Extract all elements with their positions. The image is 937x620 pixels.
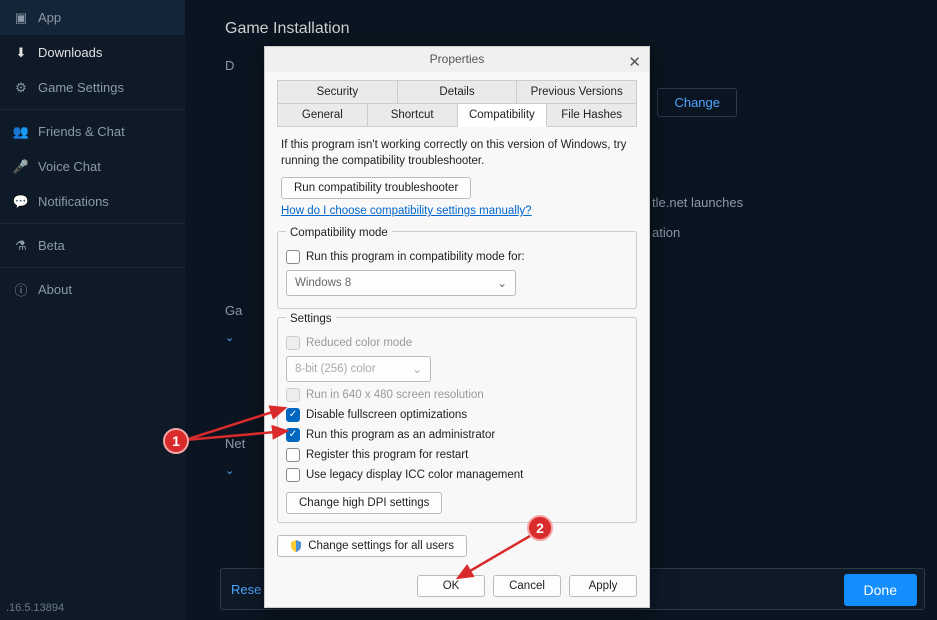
beta-icon: ⚗: [14, 239, 28, 253]
checkbox-label: Disable fullscreen optimizations: [306, 409, 467, 421]
cancel-button[interactable]: Cancel: [493, 575, 561, 597]
compat-mode-select[interactable]: Windows 8 ⌄: [286, 270, 516, 296]
sidebar-item-app[interactable]: ▣ App: [0, 0, 185, 35]
fragment-text: tle.net launches: [652, 195, 743, 210]
change-button[interactable]: Change: [657, 88, 737, 117]
disable-fullscreen-checkbox-row[interactable]: ✓ Disable fullscreen optimizations: [286, 408, 628, 422]
version-text: .16.5.13894: [6, 602, 64, 614]
checkbox-label: Use legacy display ICC color management: [306, 469, 523, 481]
sidebar: ▣ App ⬇ Downloads ⚙ Game Settings 👥 Frie…: [0, 0, 185, 620]
dialog-titlebar: Properties ✕: [265, 47, 649, 72]
run-640-checkbox-row[interactable]: Run in 640 x 480 screen resolution: [286, 388, 628, 402]
sidebar-item-label: Notifications: [38, 194, 109, 209]
shield-icon: [290, 540, 302, 552]
dpi-settings-button[interactable]: Change high DPI settings: [286, 492, 442, 514]
sidebar-item-label: Friends & Chat: [38, 124, 125, 139]
sidebar-item-voice[interactable]: 🎤 Voice Chat: [0, 149, 185, 184]
checkbox-label: Run this program as an administrator: [306, 429, 495, 441]
fieldset-legend: Settings: [286, 313, 336, 325]
checkbox-icon: [286, 388, 300, 402]
select-value: Windows 8: [295, 277, 351, 289]
tab-previous-versions[interactable]: Previous Versions: [517, 80, 637, 103]
register-restart-checkbox-row[interactable]: Register this program for restart: [286, 448, 628, 462]
checkbox-label: Run this program in compatibility mode f…: [306, 251, 525, 263]
tab-details[interactable]: Details: [398, 80, 518, 103]
settings-icon: ⚙: [14, 81, 28, 95]
sidebar-item-label: Voice Chat: [38, 159, 101, 174]
chevron-down-icon: ⌄: [412, 362, 422, 376]
download-icon: ⬇: [14, 46, 28, 60]
tab-compatibility[interactable]: Compatibility: [458, 103, 548, 127]
sidebar-item-friends[interactable]: 👥 Friends & Chat: [0, 114, 185, 149]
compat-mode-checkbox-row[interactable]: Run this program in compatibility mode f…: [286, 250, 628, 264]
select-value: 8-bit (256) color: [295, 363, 376, 375]
help-link[interactable]: How do I choose compatibility settings m…: [281, 205, 532, 217]
app-icon: ▣: [14, 11, 28, 25]
change-all-users-button[interactable]: Change settings for all users: [277, 535, 467, 557]
ok-button[interactable]: OK: [417, 575, 485, 597]
mic-icon: 🎤: [14, 160, 28, 174]
info-text: If this program isn't working correctly …: [281, 137, 633, 169]
chevron-down-icon: ⌄: [497, 276, 507, 290]
properties-dialog: Properties ✕ Security Details Previous V…: [264, 46, 650, 608]
info-icon: ⓘ: [14, 283, 28, 297]
friends-icon: 👥: [14, 125, 28, 139]
section-title: Game Installation: [225, 20, 897, 38]
tab-file-hashes[interactable]: File Hashes: [547, 103, 637, 127]
reduced-color-checkbox-row[interactable]: Reduced color mode: [286, 336, 628, 350]
fragment-text: ation: [652, 225, 680, 240]
callout-badge-1: 1: [163, 428, 189, 454]
tab-security[interactable]: Security: [277, 80, 398, 103]
run-troubleshooter-button[interactable]: Run compatibility troubleshooter: [281, 177, 471, 199]
sidebar-item-label: App: [38, 10, 61, 25]
checkbox-icon: [286, 250, 300, 264]
sidebar-item-label: Game Settings: [38, 80, 124, 95]
chevron-down-icon: ⌄: [225, 332, 234, 344]
sidebar-item-notifications[interactable]: 💬 Notifications: [0, 184, 185, 219]
close-button[interactable]: ✕: [628, 53, 641, 71]
checkbox-icon: ✓: [286, 408, 300, 422]
tab-general[interactable]: General: [277, 103, 368, 127]
dialog-button-row: OK Cancel Apply: [265, 565, 649, 607]
dialog-title: Properties: [430, 52, 485, 66]
sidebar-divider: [0, 267, 185, 268]
checkbox-icon: [286, 336, 300, 350]
sidebar-item-about[interactable]: ⓘ About: [0, 272, 185, 307]
checkbox-label: Register this program for restart: [306, 449, 468, 461]
sidebar-divider: [0, 223, 185, 224]
sidebar-item-downloads[interactable]: ⬇ Downloads: [0, 35, 185, 70]
bell-icon: 💬: [14, 195, 28, 209]
reset-button[interactable]: Rese: [231, 582, 261, 597]
sidebar-divider: [0, 109, 185, 110]
done-button[interactable]: Done: [844, 574, 917, 606]
compat-mode-fieldset: Compatibility mode Run this program in c…: [277, 231, 637, 309]
color-select[interactable]: 8-bit (256) color ⌄: [286, 356, 431, 382]
sidebar-item-beta[interactable]: ⚗ Beta: [0, 228, 185, 263]
run-admin-checkbox-row[interactable]: ✓ Run this program as an administrator: [286, 428, 628, 442]
sidebar-item-game-settings[interactable]: ⚙ Game Settings: [0, 70, 185, 105]
checkbox-label: Reduced color mode: [306, 337, 412, 349]
dialog-body: Security Details Previous Versions Gener…: [265, 72, 649, 565]
chevron-down-icon: ⌄: [225, 465, 234, 477]
fieldset-legend: Compatibility mode: [286, 227, 392, 239]
tabs: Security Details Previous Versions Gener…: [277, 80, 637, 127]
checkbox-label: Run in 640 x 480 screen resolution: [306, 389, 484, 401]
tab-shortcut[interactable]: Shortcut: [368, 103, 458, 127]
sidebar-item-label: Downloads: [38, 45, 102, 60]
sidebar-item-label: Beta: [38, 238, 65, 253]
checkbox-icon: [286, 448, 300, 462]
checkbox-icon: ✓: [286, 428, 300, 442]
callout-badge-2: 2: [527, 515, 553, 541]
sidebar-item-label: About: [38, 282, 72, 297]
checkbox-icon: [286, 468, 300, 482]
button-label: Change settings for all users: [308, 540, 454, 552]
legacy-icc-checkbox-row[interactable]: Use legacy display ICC color management: [286, 468, 628, 482]
settings-fieldset: Settings Reduced color mode 8-bit (256) …: [277, 317, 637, 523]
apply-button[interactable]: Apply: [569, 575, 637, 597]
